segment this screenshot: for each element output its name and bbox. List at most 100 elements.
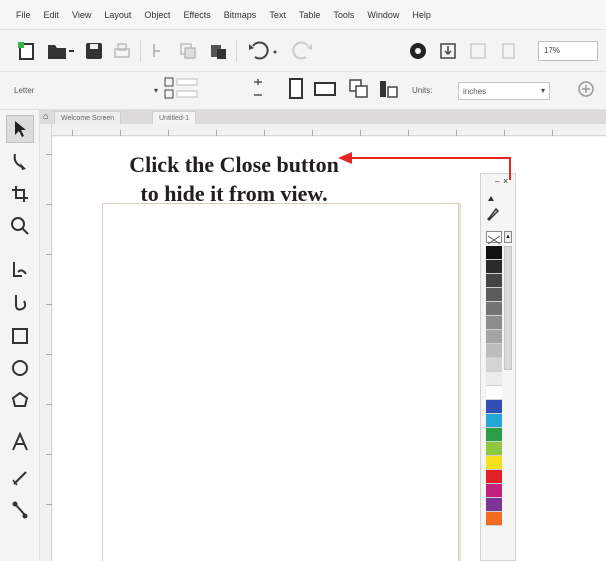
units-select[interactable]: inches [458,82,550,100]
palette-scrollbar[interactable] [504,246,512,370]
paper-size-select[interactable]: Letter [14,82,164,100]
nudge-distance-button[interactable] [574,76,598,102]
menu-effects[interactable]: Effects [183,10,210,20]
palette-scroll-up-button[interactable]: ▲ [504,231,512,243]
zoom-tool[interactable] [6,212,34,240]
color-swatch[interactable] [486,274,502,288]
color-swatch[interactable] [486,302,502,316]
color-swatch[interactable] [486,512,502,526]
tab-welcome-screen[interactable]: Welcome Screen [54,111,122,124]
export-button[interactable] [466,38,490,64]
color-swatch[interactable] [486,372,502,386]
color-swatch[interactable] [486,400,502,414]
ruler-tick [46,304,52,305]
color-swatch[interactable] [486,442,502,456]
current-page-button[interactable] [376,76,402,102]
parallel-dimension-tool[interactable] [6,464,34,492]
color-swatch[interactable] [486,288,502,302]
chevron-down-icon: ▾ [154,86,159,95]
cut-button[interactable] [146,38,170,64]
freehand-icon [13,262,27,277]
color-swatch[interactable] [486,316,502,330]
menu-help[interactable]: Help [412,10,431,20]
text-icon [12,431,28,451]
color-swatch[interactable] [486,484,502,498]
save-button[interactable] [82,38,106,64]
menu-bitmaps[interactable]: Bitmaps [224,10,257,20]
toolbox [0,110,40,561]
menu-edit[interactable]: Edit [44,10,60,20]
shape-tool[interactable] [6,148,34,176]
copy-icon [180,43,196,59]
swatch-list [486,246,502,526]
menu-bar: File Edit View Layout Object Effects Bit… [0,0,606,30]
undo-button[interactable] [244,38,284,64]
menu-window[interactable]: Window [367,10,399,20]
new-document-button[interactable] [14,38,40,64]
menu-object[interactable]: Object [144,10,170,20]
palette-close-button[interactable]: × [503,177,508,186]
vertical-ruler[interactable] [40,124,52,561]
tab-untitled-document[interactable]: Untitled-1 [152,111,196,124]
color-swatch[interactable] [486,344,502,358]
menu-file[interactable]: File [16,10,31,20]
color-swatch[interactable] [486,470,502,484]
ruler-tick [72,130,73,136]
crop-icon [12,186,28,202]
color-swatch[interactable] [486,498,502,512]
ruler-tick [120,130,121,136]
horizontal-ruler[interactable] [52,124,606,136]
pick-tool[interactable] [6,115,34,143]
all-pages-button[interactable] [346,76,372,102]
freehand-tool[interactable] [6,256,34,284]
color-swatch[interactable] [486,260,502,274]
ruler-tick [46,204,52,205]
page-dimensions-icon [164,77,198,99]
zoom-level-input[interactable]: 17% [538,41,598,61]
color-swatch[interactable] [486,386,502,400]
color-swatch[interactable] [486,246,502,260]
text-tool[interactable] [6,428,34,456]
open-folder-icon [48,45,74,59]
standard-toolbar: 17% [0,30,606,72]
ellipse-tool[interactable] [6,354,34,382]
menu-layout[interactable]: Layout [104,10,131,20]
color-swatch[interactable] [486,428,502,442]
no-color-swatch[interactable] [486,231,502,245]
ruler-tick [46,254,52,255]
drawing-page[interactable] [102,203,459,561]
color-swatch[interactable] [486,414,502,428]
crop-tool[interactable] [6,180,34,208]
portrait-button[interactable] [284,76,308,102]
copy-button[interactable] [176,38,200,64]
open-button[interactable] [44,38,78,64]
import-button[interactable] [436,38,460,64]
print-button[interactable] [110,38,134,64]
menu-tools[interactable]: Tools [333,10,354,20]
menu-table[interactable]: Table [299,10,321,20]
color-swatch[interactable] [486,456,502,470]
palette-options-arrow-icon[interactable] [488,196,494,201]
ruler-tick [46,404,52,405]
color-swatch[interactable] [486,358,502,372]
units-label: Units: [412,86,433,95]
menu-view[interactable]: View [72,10,91,20]
color-swatch[interactable] [486,330,502,344]
page-dimension-spinner[interactable] [244,76,272,102]
smart-fill-tool[interactable] [6,288,34,316]
home-icon[interactable]: ⌂ [43,111,48,121]
connector-icon [12,501,28,519]
paste-button[interactable] [206,38,230,64]
polygon-tool[interactable] [6,386,34,414]
landscape-button[interactable] [312,76,340,102]
redo-button[interactable] [290,38,320,64]
page-dimensions-field[interactable] [162,76,214,102]
palette-minimize-button[interactable]: – [495,178,499,186]
rectangle-tool[interactable] [6,322,34,350]
connector-tool[interactable] [6,496,34,524]
eyedropper-icon[interactable] [487,208,499,222]
menu-text[interactable]: Text [269,10,286,20]
publish-pdf-button[interactable] [496,38,520,64]
corel-connect-button[interactable] [406,38,430,64]
connect-icon [410,43,426,59]
